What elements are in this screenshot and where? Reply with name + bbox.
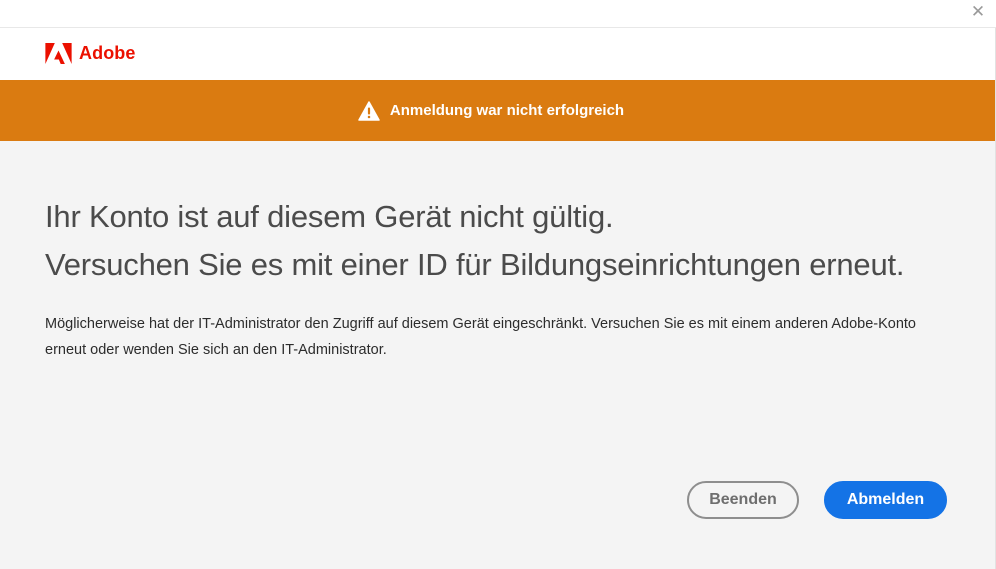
close-icon[interactable]: ✕: [968, 2, 988, 22]
description-text: Möglicherweise hat der IT-Administrator …: [45, 316, 916, 358]
adobe-logo-icon: [45, 43, 72, 64]
brand-name: Adobe: [79, 43, 136, 63]
title-bar: ✕: [0, 0, 996, 28]
banner-message: Anmeldung war nicht erfolgreich: [389, 102, 625, 119]
adobe-logo: Adobe: [45, 43, 136, 64]
logout-button[interactable]: Abmelden: [824, 481, 947, 519]
quit-button[interactable]: Beenden: [687, 481, 799, 519]
header: Adobe: [0, 28, 996, 80]
page-heading: Ihr Konto ist auf diesem Gerät nicht gül…: [45, 193, 965, 289]
adobe-signin-error-window: ✕ Adobe Anmeldung war nicht erfolgreich …: [0, 0, 996, 569]
main-content: Ihr Konto ist auf diesem Gerät nicht gül…: [0, 141, 996, 569]
warning-icon: [358, 100, 380, 121]
heading-line-2: Versuchen Sie es mit einer ID für Bildun…: [45, 247, 905, 282]
error-banner: Anmeldung war nicht erfolgreich: [0, 80, 996, 141]
heading-line-1: Ihr Konto ist auf diesem Gerät nicht gül…: [45, 199, 614, 234]
